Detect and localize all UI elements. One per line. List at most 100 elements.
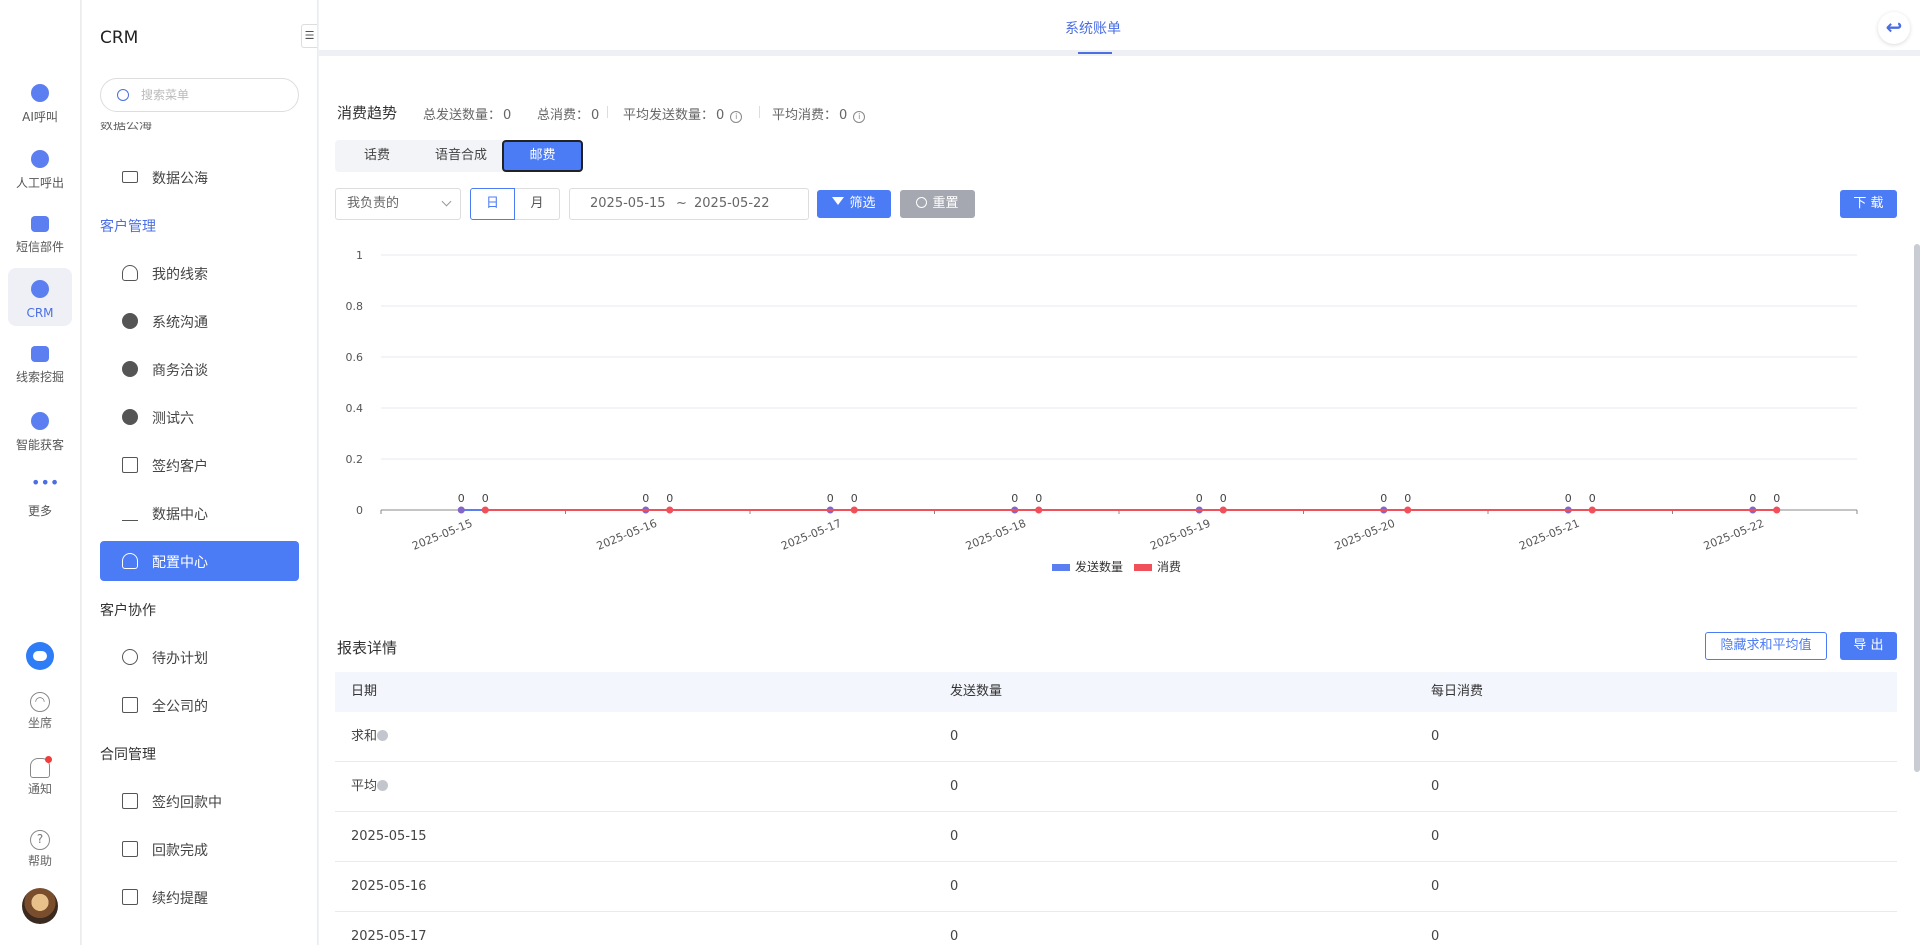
reset-button-label: 重置 (932, 196, 959, 211)
menu-item-config-center[interactable]: 配置中心 (100, 541, 299, 581)
rail-item-manual-call[interactable]: 人工呼出 (8, 138, 72, 196)
x-tick-label: 2025-05-21 (1517, 517, 1581, 553)
data-label: 0 (1773, 492, 1780, 505)
filter-button[interactable]: 筛选 (817, 190, 891, 218)
menu-item-sign-payment[interactable]: 签约回款中 (100, 781, 299, 821)
data-point (481, 506, 489, 514)
rail-item-label: 人工呼出 (15, 176, 64, 190)
date-range-picker[interactable]: 2025-05-15 ~ 2025-05-22 (569, 188, 809, 220)
back-button[interactable]: ↩ (1878, 12, 1910, 44)
crm-icon (31, 280, 49, 298)
date-start: 2025-05-15 (590, 196, 666, 211)
alarm-clock-icon (122, 649, 138, 665)
menu-item-payment-done[interactable]: 回款完成 (100, 829, 299, 869)
rail-item-notify[interactable]: 通知 (8, 756, 72, 797)
rail-item-sms[interactable]: 短信部件 (8, 204, 72, 262)
stat-value: 0 (716, 108, 725, 123)
date-end: 2025-05-22 (694, 196, 770, 211)
y-tick-label: 0 (356, 504, 363, 517)
card-icon (122, 841, 138, 857)
x-tick-label: 2025-05-20 (1333, 517, 1397, 553)
menu-item-label: 测试六 (152, 411, 194, 427)
data-point (1035, 506, 1043, 514)
smart-acquire-icon (31, 412, 49, 430)
info-icon[interactable]: i (730, 111, 743, 123)
robot-icon (31, 84, 49, 102)
row-label: 平均 (351, 779, 378, 794)
menu-item-data-center[interactable]: 数据中心 (100, 493, 299, 533)
download-button[interactable]: 下 载 (1840, 190, 1897, 218)
question-icon[interactable] (377, 730, 389, 741)
rail-item-label: 更多 (27, 504, 52, 518)
collapse-menu-button[interactable]: ☰ (301, 24, 317, 48)
stat-label: 总发送数量： (423, 108, 502, 123)
user-avatar[interactable] (8, 888, 72, 924)
stat-avg-cost: 平均消费： 0 i (772, 104, 866, 123)
brand-logo[interactable] (8, 642, 72, 670)
export-button[interactable]: 导 出 (1840, 632, 1897, 660)
granularity-day[interactable]: 日 (470, 188, 515, 220)
owner-select[interactable]: 我负责的 (335, 188, 461, 220)
rail-item-label: 通知 (27, 782, 52, 796)
x-tick-label: 2025-05-22 (1702, 517, 1766, 553)
menu-item-my-leads[interactable]: 我的线索 (100, 253, 299, 293)
menu-item-signed[interactable]: 签约客户 (100, 445, 299, 485)
stat-total-cost: 总消费： 0 (537, 104, 599, 123)
rail-item-label: 短信部件 (15, 240, 64, 254)
rail-item-help[interactable]: ? 帮助 (8, 830, 72, 869)
rail-item-crm[interactable]: CRM (8, 268, 72, 326)
tab-postage-fee[interactable]: 邮费 (502, 140, 583, 172)
fee-type-tabs: 话费 语音合成 邮费 (335, 140, 583, 172)
legend-label: 发送数量 (1075, 559, 1123, 574)
menu-item-sys-comm[interactable]: 系统沟通 (100, 301, 299, 341)
info-icon[interactable]: i (853, 111, 866, 123)
rail-item-smart-acquire[interactable]: 智能获客 (8, 400, 72, 458)
rail-item-seat[interactable]: ◠ 坐席 (8, 692, 72, 731)
table-cell: 平均 (351, 762, 389, 812)
side-menu: CRM ☰ 数据公海 数据公海 客户管理 我的线索 系统沟通 商务洽谈 测试六 (82, 0, 318, 945)
menu-search[interactable] (100, 78, 299, 112)
rail-item-ai-call[interactable]: AI呼叫 (8, 72, 72, 130)
rail-item-label: 帮助 (27, 854, 52, 868)
rail-item-lead-mining[interactable]: 线索挖掘 (8, 334, 72, 392)
menu-item-label: 待办计划 (152, 651, 208, 667)
y-tick-label: 0.6 (346, 351, 364, 364)
filter-button-label: 筛选 (849, 196, 876, 211)
menu-group-contract[interactable]: 合同管理 (100, 744, 156, 764)
help-icon: ? (30, 830, 50, 850)
report-table: 日期 发送数量 每日消费 求和 0 0 平均 0 0 2025-05-15 0 … (335, 672, 1897, 945)
menu-group-collab[interactable]: 客户协作 (100, 600, 156, 620)
row-label: 求和 (351, 729, 378, 744)
menu-item-renewal[interactable]: 续约提醒 (100, 877, 299, 917)
legend-swatch (1134, 564, 1152, 571)
rail-item-label: 智能获客 (15, 438, 64, 452)
table-cell: 0 (1431, 879, 1440, 894)
menu-item-test6[interactable]: 测试六 (100, 397, 299, 437)
menu-item-todo[interactable]: 待办计划 (100, 637, 299, 677)
vertical-scrollbar[interactable] (1914, 244, 1920, 772)
top-bar: 系统账单 ↩ (319, 0, 1920, 56)
stat-total-sent: 总发送数量： 0 (423, 104, 511, 123)
edit-document-icon (122, 457, 138, 473)
table-cell: 0 (950, 929, 959, 944)
trend-chart: 0 0.2 0.4 0.6 0.8 1 2025-05-15 2025-05-16 2025-0… (319, 236, 1920, 586)
menu-item-label: 系统沟通 (152, 315, 208, 331)
data-point (666, 506, 674, 514)
trend-title: 消费趋势 (337, 104, 398, 122)
column-header-daily-cost: 每日消费 (1431, 684, 1484, 699)
reset-button[interactable]: 重置 (900, 190, 975, 218)
menu-search-input[interactable] (141, 86, 291, 104)
hide-sum-avg-button[interactable]: 隐藏求和平均值 (1705, 632, 1827, 660)
rail-item-more[interactable]: ••• 更多 (8, 466, 72, 524)
granularity-month[interactable]: 月 (515, 188, 560, 220)
stat-label: 平均发送数量： (623, 108, 715, 123)
app-rail: AI呼叫 人工呼出 短信部件 CRM 线索挖掘 智能获客 ••• 更多 ◠ 坐席… (0, 0, 81, 945)
tab-call-fee[interactable]: 话费 (335, 140, 419, 172)
menu-item-biz-talk[interactable]: 商务洽谈 (100, 349, 299, 389)
menu-item-company[interactable]: 全公司的 (100, 685, 299, 725)
menu-group-customer[interactable]: 客户管理 (100, 216, 156, 236)
tab-system-bill[interactable]: 系统账单 (1065, 18, 1121, 38)
question-icon[interactable] (377, 780, 389, 791)
menu-item-data-sea[interactable]: 数据公海 (100, 157, 299, 197)
tab-tts-fee[interactable]: 语音合成 (419, 140, 503, 172)
